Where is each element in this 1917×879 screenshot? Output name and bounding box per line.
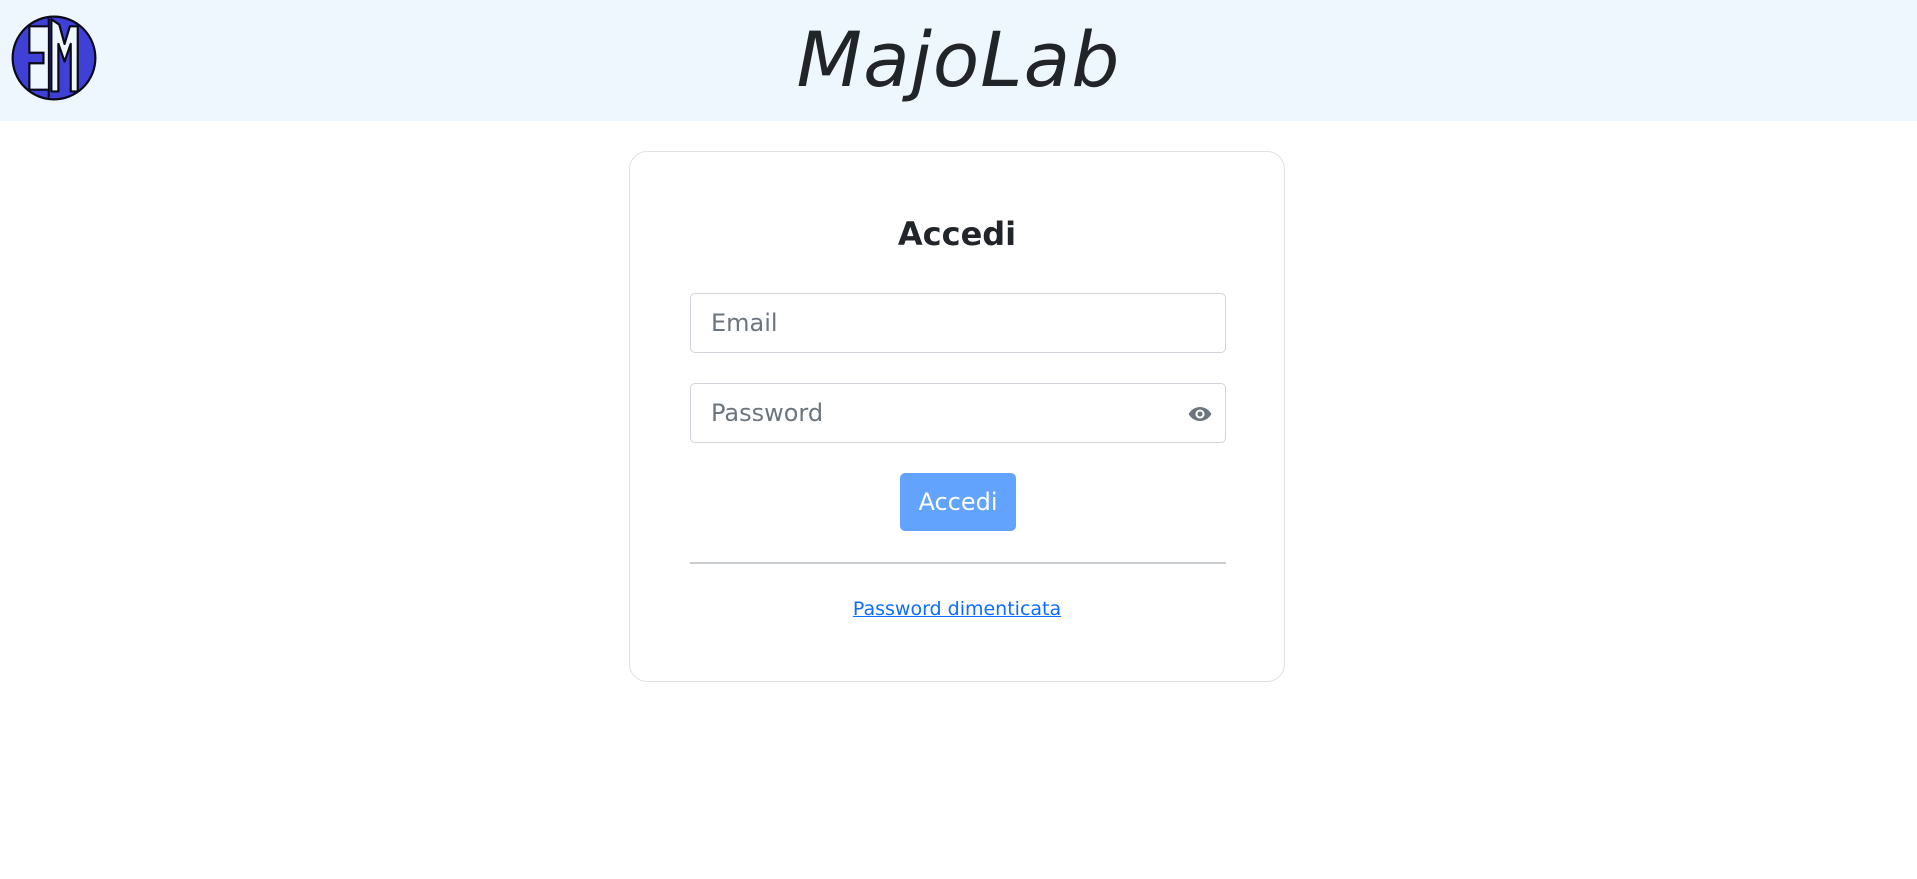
top-header: MajoLab (0, 0, 1917, 121)
password-input[interactable] (691, 384, 1225, 442)
email-input[interactable] (691, 294, 1225, 352)
login-card: Accedi Accedi Password dimenticata (629, 151, 1285, 682)
password-field (690, 383, 1226, 443)
forgot-password-link[interactable]: Password dimenticata (630, 596, 1284, 622)
login-title: Accedi (897, 215, 1017, 253)
app-title: MajoLab (796, 15, 1121, 104)
email-field (690, 293, 1226, 353)
eye-icon[interactable] (1187, 401, 1213, 427)
divider (690, 562, 1226, 564)
login-button[interactable]: Accedi (900, 473, 1016, 531)
